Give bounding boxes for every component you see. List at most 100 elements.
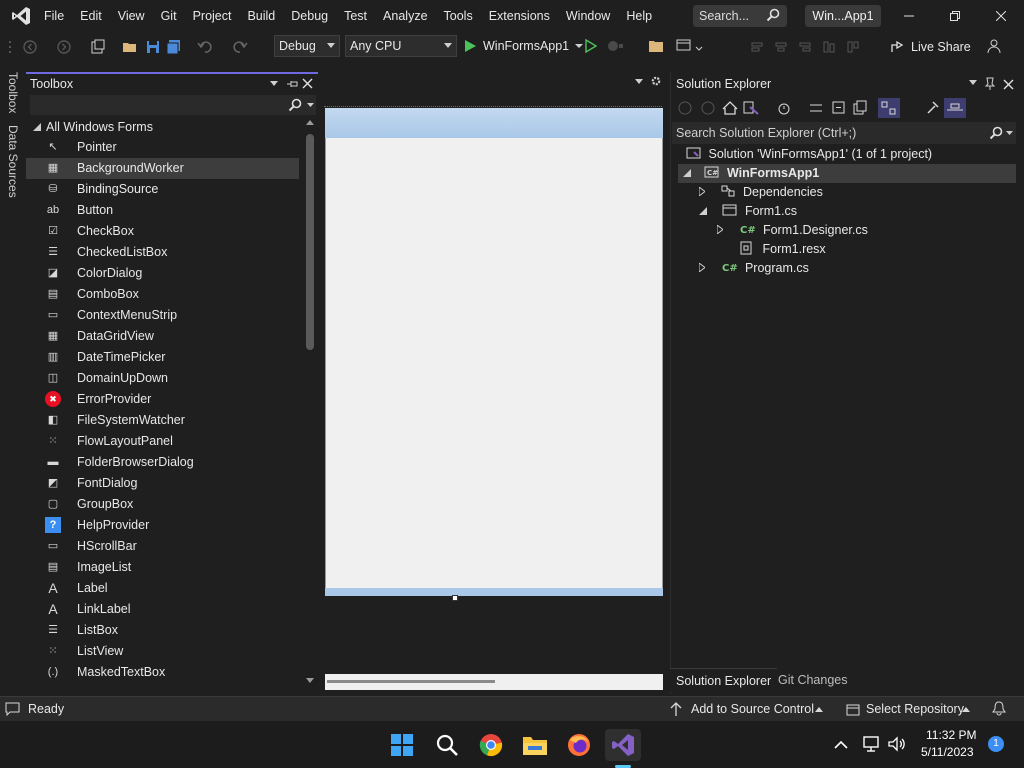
toolbox-item-label: Pointer	[77, 140, 117, 154]
toolbox-item[interactable]: (.) MaskedTextBox	[26, 662, 299, 683]
toolbox-item[interactable]: ◫ DomainUpDown	[26, 368, 299, 389]
resize-handle[interactable]	[452, 595, 458, 601]
pointer-icon: ↖	[48, 141, 58, 153]
solution-explorer-toolbar	[676, 98, 966, 118]
designer-scroll-thumb[interactable]	[327, 680, 495, 683]
minimize-button[interactable]	[886, 0, 932, 32]
toolbox-item[interactable]: ◪ ColorDialog	[26, 263, 299, 284]
tree-program-node[interactable]: C# Program.cs	[698, 259, 809, 278]
data-grid-view-icon: ▦	[47, 330, 59, 342]
toolbox-item[interactable]: ✖ ErrorProvider	[26, 389, 299, 410]
scroll-up-icon[interactable]	[306, 120, 314, 126]
dropdown-icon[interactable]	[969, 80, 977, 86]
taskbar-firefox-button[interactable]	[563, 729, 595, 761]
folder-view-button[interactable]	[648, 39, 664, 56]
toolbox-item[interactable]: ⁙ ListView	[26, 641, 299, 662]
scroll-down-icon[interactable]	[306, 678, 314, 684]
tree-project-node[interactable]: C# WinFormsApp1	[678, 164, 1016, 183]
start-debugging-button[interactable]: WinFormsApp1	[463, 36, 584, 56]
toolbox-item[interactable]: ▤ ComboBox	[26, 284, 299, 305]
toolbox-item-label: MaskedTextBox	[77, 665, 166, 679]
gear-icon[interactable]	[650, 75, 662, 87]
hot-reload-button[interactable]	[607, 39, 625, 56]
restore-button[interactable]	[932, 0, 978, 32]
form1-bottom-border	[325, 588, 663, 596]
toolbox-item-label: BackgroundWorker	[77, 161, 184, 175]
toolbox-item-label: FlowLayoutPanel	[77, 434, 173, 448]
tree-solution-node[interactable]: Solution 'WinFormsApp1' (1 of 1 project)	[686, 145, 932, 164]
solution-explorer-search-input[interactable]: Search Solution Explorer (Ctrl+;)	[672, 122, 1016, 144]
toolbox-item[interactable]: ☰ CheckedListBox	[26, 242, 299, 263]
menu-window[interactable]: Window	[558, 0, 618, 32]
tree-form1-node[interactable]: Form1.cs	[699, 202, 797, 221]
toolbox-item[interactable]: ▦ DataGridView	[26, 326, 299, 347]
toolbox-item[interactable]: ▥ DateTimePicker	[26, 347, 299, 368]
chevron-down-icon	[1006, 131, 1013, 135]
menu-help[interactable]: Help	[618, 0, 660, 32]
dropdown-icon[interactable]	[635, 79, 643, 85]
tab-git-changes[interactable]: Git Changes	[772, 668, 853, 692]
output-window-icon[interactable]	[5, 702, 20, 716]
toolbox-scroll-thumb[interactable]	[306, 134, 314, 350]
layout-toolbar-button[interactable]	[676, 39, 706, 56]
toolbox-item[interactable]: ◩ FontDialog	[26, 473, 299, 494]
tab-solution-explorer[interactable]: Solution Explorer	[670, 668, 778, 692]
select-repository-button[interactable]: Select Repository	[866, 702, 964, 716]
toolbox-item[interactable]: ▭ ContextMenuStrip	[26, 305, 299, 326]
window-title-badge[interactable]: Win...App1	[805, 5, 881, 27]
repository-icon	[846, 704, 860, 716]
taskbar-file-explorer-button[interactable]	[519, 729, 551, 761]
form1-design-surface[interactable]	[325, 108, 663, 596]
add-to-source-control-button[interactable]: Add to Source Control	[691, 702, 814, 716]
toolbox-item[interactable]: ⛁ BindingSource	[26, 179, 299, 200]
tree-form1-resx-node[interactable]: Form1.resx	[738, 240, 826, 259]
help-provider-icon: ?	[45, 517, 61, 533]
toolbox-item[interactable]: ? HelpProvider	[26, 515, 299, 536]
taskbar-chrome-button[interactable]	[475, 729, 507, 761]
global-search-box[interactable]: Search...	[693, 5, 787, 27]
file-explorer-icon	[523, 737, 547, 755]
live-share-button[interactable]: Live Share	[889, 38, 971, 56]
menu-test[interactable]: Test	[336, 0, 375, 32]
tree-form1-designer-node[interactable]: C# Form1.Designer.cs	[716, 221, 868, 240]
toolbox-item[interactable]: ab Button	[26, 200, 299, 221]
toolbox-item[interactable]: ▤ ImageList	[26, 557, 299, 578]
chrome-icon	[479, 734, 503, 757]
toolbox-item[interactable]: ☰ ListBox	[26, 620, 299, 641]
platform-dropdown[interactable]: Any CPU	[345, 35, 457, 57]
toolbox-item[interactable]: A LinkLabel	[26, 599, 299, 620]
menu-analyze[interactable]: Analyze	[375, 0, 435, 32]
chevron-up-icon[interactable]	[834, 740, 848, 749]
toolbox-item-label: ImageList	[77, 560, 132, 574]
close-button[interactable]	[978, 0, 1024, 32]
notification-bell-icon[interactable]	[992, 701, 1006, 716]
forward-icon	[701, 101, 715, 115]
menu-tools[interactable]: Tools	[436, 0, 481, 32]
toolbox-item-label: ComboBox	[77, 287, 139, 301]
toolbox-item[interactable]: ▭ HScrollBar	[26, 536, 299, 557]
windows-start-button[interactable]	[386, 729, 418, 761]
start-without-debugging-button[interactable]	[584, 38, 598, 56]
toolbox-item[interactable]: ☑ CheckBox	[26, 221, 299, 242]
taskbar-clock-date[interactable]: 5/11/2023	[921, 745, 974, 759]
taskbar-clock-time[interactable]: 11:32 PM	[926, 728, 976, 742]
notification-badge[interactable]: 1	[988, 736, 1004, 752]
copilot-button[interactable]	[986, 38, 1004, 57]
close-icon[interactable]	[1003, 79, 1014, 90]
toolbox-item[interactable]: ◧ FileSystemWatcher	[26, 410, 299, 431]
toolbox-item[interactable]: ⁙ FlowLayoutPanel	[26, 431, 299, 452]
taskbar-visual-studio-button[interactable]	[605, 729, 641, 761]
toolbox-item[interactable]: ↖ Pointer	[26, 137, 299, 158]
menu-extensions[interactable]: Extensions	[481, 0, 558, 32]
search-icon	[766, 8, 780, 25]
taskbar-search-button[interactable]	[431, 729, 463, 761]
pin-icon[interactable]	[984, 77, 996, 91]
network-icon[interactable]	[862, 735, 880, 753]
tree-dependencies-node[interactable]: Dependencies	[698, 183, 823, 202]
close-icon[interactable]	[302, 78, 313, 89]
toolbox-item[interactable]: ▬ FolderBrowserDialog	[26, 452, 299, 473]
toolbox-item[interactable]: A Label	[26, 578, 299, 599]
volume-icon[interactable]	[887, 735, 907, 753]
toolbox-item[interactable]: ▢ GroupBox	[26, 494, 299, 515]
toolbox-item[interactable]: ▦ BackgroundWorker	[26, 158, 299, 179]
